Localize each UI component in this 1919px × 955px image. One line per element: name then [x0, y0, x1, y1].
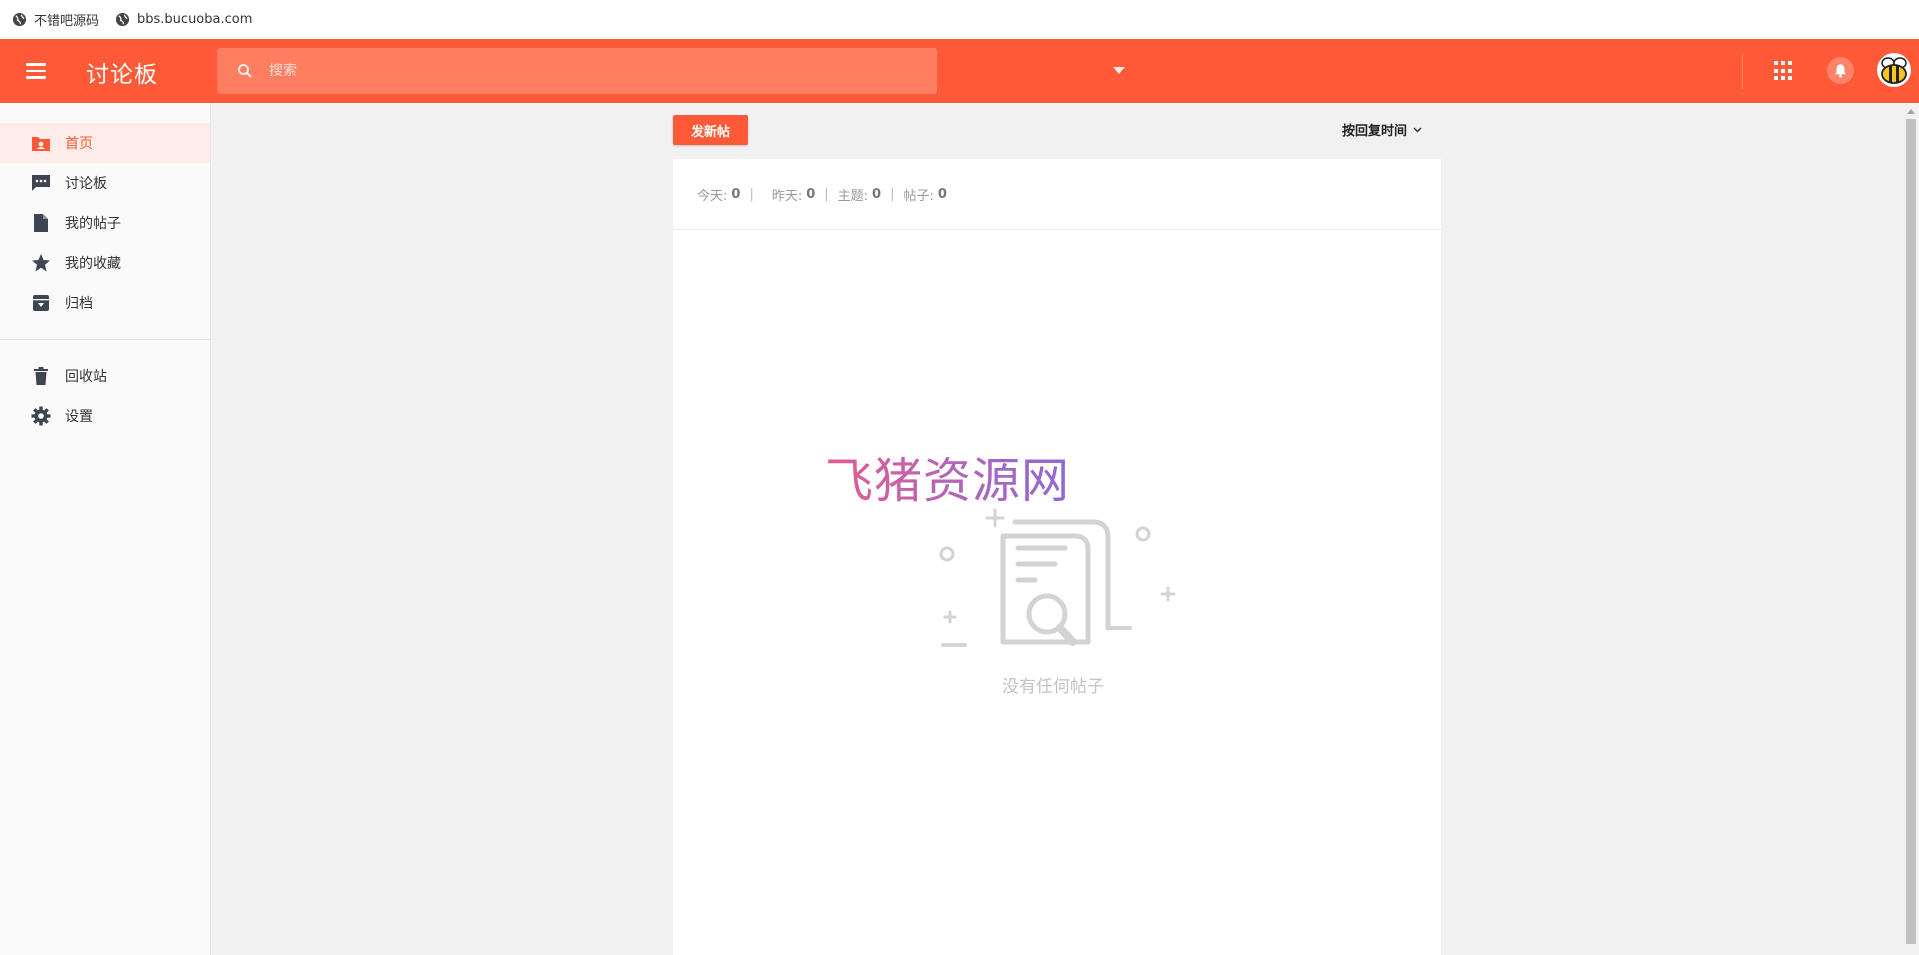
- sidebar-secondary-nav: 回收站 设置: [0, 356, 210, 436]
- notifications-button[interactable]: [1827, 57, 1854, 84]
- sort-dropdown[interactable]: 按回复时间: [1342, 120, 1422, 139]
- page-scrollbar[interactable]: [1903, 103, 1919, 955]
- app-bar: 讨论板: [0, 39, 1919, 103]
- search-bar[interactable]: [217, 48, 1125, 94]
- globe-icon: [12, 12, 27, 27]
- sort-label: 按回复时间: [1342, 124, 1408, 139]
- sidebar-item-label: 归档: [65, 296, 93, 312]
- stat-today: 今天: 0 |: [697, 185, 772, 204]
- stat-separator: |: [890, 186, 895, 202]
- stat-posts: 帖子: 0: [903, 185, 946, 204]
- stat-yesterday: 昨天: 0 |: [772, 185, 838, 204]
- archive-icon: [31, 293, 51, 313]
- stat-label: 帖子:: [903, 188, 934, 204]
- apps-grid-icon[interactable]: [1774, 61, 1794, 81]
- chevron-down-icon: [1113, 67, 1125, 74]
- stat-separator: |: [749, 186, 754, 202]
- search-input[interactable]: [269, 56, 869, 86]
- new-post-button[interactable]: 发新帖: [673, 115, 748, 145]
- empty-documents-illustration-icon: [939, 508, 1176, 647]
- scrollbar-thumb[interactable]: [1906, 119, 1916, 944]
- sidebar-item-label: 设置: [65, 409, 93, 425]
- toolbar-divider: [1742, 53, 1743, 89]
- stat-label: 昨天:: [771, 188, 803, 204]
- stat-value: 0: [872, 186, 882, 202]
- stat-label: 主题:: [837, 188, 869, 204]
- sidebar-divider: [0, 339, 210, 340]
- bee-avatar-icon: [1881, 57, 1907, 84]
- stat-value: 0: [806, 186, 816, 202]
- document-icon: [31, 213, 51, 233]
- stat-value: 0: [731, 186, 741, 202]
- sidebar-item-home[interactable]: 首页: [0, 123, 210, 163]
- globe-icon: [115, 12, 130, 27]
- scroll-up-arrow-icon[interactable]: [1907, 109, 1915, 114]
- bookmark-bucuoba-source[interactable]: 不错吧源码: [12, 10, 99, 29]
- search-icon: [238, 64, 252, 78]
- bell-icon: [1835, 64, 1846, 78]
- stat-value: 0: [937, 186, 947, 202]
- sidebar-item-label: 首页: [65, 136, 93, 152]
- star-icon: [31, 253, 51, 273]
- bookmark-label: bbs.bucuoba.com: [137, 12, 253, 27]
- home-folder-icon: [31, 133, 51, 153]
- sidebar-item-label: 我的收藏: [65, 256, 121, 272]
- bookmark-bbs-bucuoba[interactable]: bbs.bucuoba.com: [115, 12, 252, 27]
- sidebar-item-forum[interactable]: 讨论板: [0, 163, 210, 203]
- sidebar: 首页 讨论板 我的帖子 我的收藏 归档 回收站 设置: [0, 103, 211, 955]
- app-title: 讨论板: [86, 62, 158, 88]
- chevron-down-icon: [1413, 127, 1422, 132]
- bookmark-label: 不错吧源码: [34, 14, 100, 29]
- bookmarks-bar: 不错吧源码 bbs.bucuoba.com: [0, 0, 1919, 39]
- sidebar-item-label: 讨论板: [65, 176, 107, 192]
- empty-state-text: 没有任何帖子: [1002, 677, 1104, 697]
- avatar[interactable]: [1877, 53, 1911, 87]
- sidebar-nav: 首页 讨论板 我的帖子 我的收藏 归档: [0, 103, 210, 323]
- sidebar-item-favorites[interactable]: 我的收藏: [0, 243, 210, 283]
- sidebar-item-settings[interactable]: 设置: [0, 396, 210, 436]
- forum-stats: 今天: 0 | 昨天: 0 | 主题: 0 | 帖子: 0: [673, 159, 1441, 230]
- stat-topics: 主题: 0 |: [838, 185, 904, 204]
- menu-icon[interactable]: [24, 59, 48, 83]
- sidebar-item-label: 回收站: [65, 369, 107, 385]
- sidebar-item-label: 我的帖子: [65, 216, 121, 232]
- forum-icon: [31, 173, 51, 193]
- stat-label: 今天:: [697, 188, 728, 204]
- sidebar-item-trash[interactable]: 回收站: [0, 356, 210, 396]
- trash-icon: [31, 366, 51, 386]
- gear-icon: [31, 406, 51, 426]
- stat-separator: |: [824, 186, 829, 202]
- sidebar-item-archive[interactable]: 归档: [0, 283, 210, 323]
- sidebar-item-my-posts[interactable]: 我的帖子: [0, 203, 210, 243]
